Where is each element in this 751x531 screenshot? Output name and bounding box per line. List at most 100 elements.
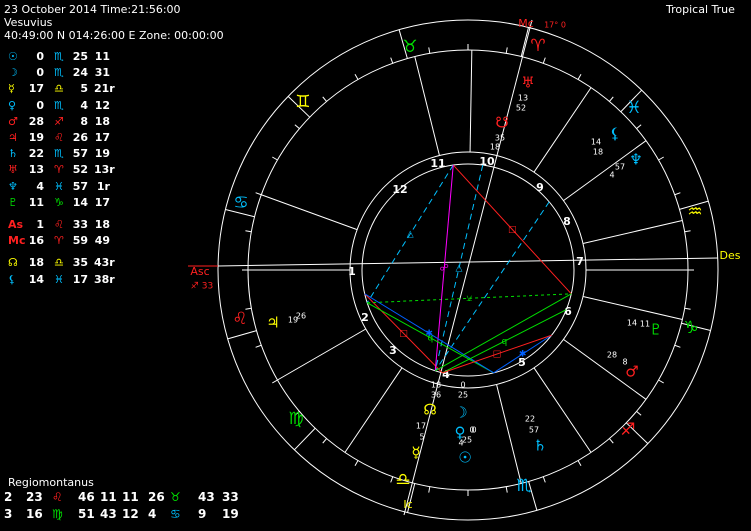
- planet-wheel-icon: ☋: [495, 114, 508, 132]
- degree-tick: [245, 230, 252, 233]
- degree-tick: [684, 230, 691, 233]
- degree-tick: [322, 438, 327, 444]
- house-number: 10: [479, 155, 495, 168]
- degree-tick: [505, 47, 508, 54]
- chart-wheel: ♈♉♊♋♌♍♎ ♏♐♑♒♓123456789101112Asc♐ 33Mc 17° …: [188, 17, 741, 521]
- degree-tick: [428, 47, 431, 54]
- house-cusp-line: [261, 194, 358, 231]
- mc-position: 17° 0: [544, 21, 566, 30]
- planet-wheel-icon: ♇: [649, 321, 662, 339]
- degree-tick: [542, 57, 546, 64]
- degree-tick: [636, 411, 642, 416]
- degree-tick: [577, 460, 582, 466]
- zodiac-sign-icon: ♎: [395, 470, 410, 490]
- planet-wheel-degree: 18: [490, 143, 500, 152]
- degree-tick: [272, 379, 278, 384]
- aspect-quincunx-icon: q: [501, 337, 507, 347]
- aspect-trine-icon: △: [456, 263, 463, 273]
- degree-tick: [609, 438, 614, 444]
- planet-wheel-minute: 57: [529, 426, 539, 435]
- degree-tick: [354, 74, 359, 80]
- planet-wheel-icon: ⚸: [610, 125, 621, 143]
- planet-wheel-minute: 52: [516, 104, 526, 113]
- degree-tick: [577, 74, 582, 80]
- planet-wheel-icon: ♃: [266, 314, 279, 332]
- zodiac-sign-icon: ♍: [288, 409, 303, 429]
- zodiac-sign-icon: ♌: [232, 309, 247, 329]
- degree-tick: [674, 192, 681, 196]
- planet-wheel-degree: 18: [431, 381, 441, 390]
- planet-wheel-degree: 4: [609, 171, 614, 180]
- planet-wheel-minute: 8: [622, 358, 627, 367]
- aspect-sextile-icon: ✱: [519, 350, 527, 360]
- planet-wheel-minute: 25: [462, 436, 472, 445]
- planet-wheel-icon: ☿: [411, 444, 420, 462]
- degree-tick: [636, 124, 642, 129]
- mc-label: Mc: [518, 17, 534, 30]
- sign-divider: [520, 27, 529, 57]
- planet-wheel-degree: 0: [471, 426, 476, 435]
- planet-wheel-degree: 22: [525, 415, 535, 424]
- zodiac-sign-icon: ♈: [530, 36, 545, 56]
- sign-divider: [227, 330, 257, 340]
- aspect-square-icon: □: [493, 350, 502, 360]
- zodiac-sign-icon: ♐: [620, 420, 635, 440]
- house-cusp-line: [469, 50, 473, 153]
- house-cusp-line: [533, 87, 592, 173]
- planet-wheel-degree: 28: [607, 351, 617, 360]
- planet-wheel-minute: 5: [419, 433, 424, 442]
- sign-divider: [293, 427, 316, 451]
- planet-wheel-minute: 26: [296, 312, 306, 321]
- house-cusp-line: [414, 56, 440, 156]
- zodiac-sign-icon: ♋: [233, 193, 248, 213]
- degree-tick: [294, 124, 300, 129]
- degree-tick: [272, 156, 278, 161]
- zodiac-sign-icon: ♓: [626, 98, 641, 118]
- planet-wheel-icon: ♅: [521, 74, 534, 92]
- aspect-opposition-icon: ☍: [440, 263, 449, 273]
- degree-tick: [390, 57, 394, 64]
- degree-tick: [390, 476, 394, 483]
- zodiac-sign-icon: ♑: [683, 318, 698, 338]
- planet-wheel-minute: 25: [458, 391, 468, 400]
- house-number: 1: [348, 265, 356, 278]
- degree-tick: [542, 476, 546, 483]
- zodiac-sign-icon: ♊: [295, 92, 310, 112]
- degree-tick: [609, 96, 614, 102]
- degree-tick: [354, 460, 359, 466]
- house-number: 6: [564, 305, 572, 318]
- planet-wheel-icon: ♆: [629, 151, 642, 169]
- planet-wheel-minute: 35: [495, 134, 505, 143]
- degree-tick: [684, 307, 691, 310]
- aspect-trine-line: [434, 201, 550, 372]
- house-cusp-line: [277, 328, 367, 381]
- house-cusp-line: [582, 296, 683, 320]
- house-cusp-line: [496, 384, 522, 484]
- degree-tick: [255, 344, 262, 348]
- planet-wheel-degree: 0: [460, 381, 465, 390]
- house-cusp-line: [582, 220, 683, 244]
- aspect-sextile-icon: ✱: [425, 329, 433, 339]
- des-label: Des: [720, 249, 741, 262]
- asc-position: ♐ 33: [191, 282, 213, 292]
- astrology-chart-window: 23 October 2014 Time:21:56:00 Vesuvius 4…: [0, 0, 751, 531]
- planet-wheel-icon: ☊: [423, 401, 436, 419]
- zodiac-sign-icon: ♏: [516, 476, 531, 496]
- aspect-semisextile-icon: ⚺: [466, 294, 472, 304]
- zodiac-sign-icon: ♒: [687, 202, 702, 222]
- degree-tick: [658, 379, 664, 384]
- zodiac-sign-icon: ♉: [402, 37, 417, 57]
- planet-wheel-degree: 18: [593, 148, 603, 157]
- house-number: 7: [576, 255, 584, 268]
- degree-tick: [505, 486, 508, 493]
- aspect-square-icon: □: [399, 329, 408, 339]
- house-number: 11: [430, 157, 445, 170]
- planet-wheel-icon: ☽: [454, 404, 467, 422]
- house-number: 12: [392, 183, 407, 196]
- planet-wheel-degree: 13: [518, 94, 528, 103]
- planet-wheel-minute: 14: [591, 138, 601, 147]
- house-number: 2: [361, 311, 369, 324]
- planet-wheel-icon: ☉: [458, 449, 471, 467]
- planet-wheel-minute: 57: [615, 163, 625, 172]
- asc-label: Asc: [190, 265, 209, 278]
